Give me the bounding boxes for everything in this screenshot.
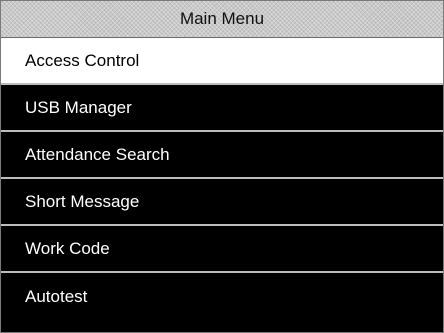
menu-item-work-code[interactable]: Work Code [1,226,443,273]
menu-item-label: USB Manager [25,97,132,117]
device-screen: Main Menu Access Control USB Manager Att… [0,0,444,333]
menu-item-label: Work Code [25,238,110,258]
menu-item-label: Attendance Search [25,144,170,164]
menu-item-access-control[interactable]: Access Control [1,38,443,85]
menu-item-autotest[interactable]: Autotest [1,273,443,320]
menu-item-attendance-search[interactable]: Attendance Search [1,132,443,179]
main-menu-list: Access Control USB Manager Attendance Se… [1,38,443,320]
page-title: Main Menu [179,9,265,28]
menu-item-usb-manager[interactable]: USB Manager [1,85,443,132]
menu-item-label: Short Message [25,191,140,211]
menu-item-label: Autotest [25,286,88,306]
title-bar: Main Menu [1,1,443,38]
menu-item-label: Access Control [25,50,140,70]
menu-item-short-message[interactable]: Short Message [1,179,443,226]
